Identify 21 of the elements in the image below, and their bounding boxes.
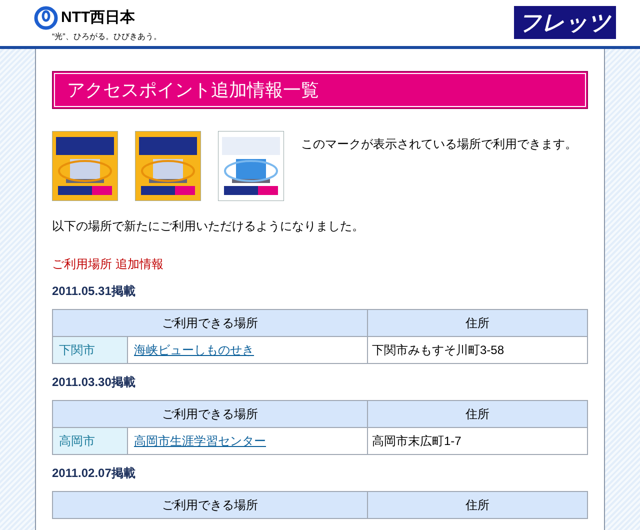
address-cell: 下関市みもすそ川町3-58 [368,336,588,364]
section-title: ご利用場所 追加情報 [52,256,164,273]
mark-caption: このマークが表示されている場所で利用できます。 [301,136,577,153]
city-cell: 高岡市 [52,428,128,454]
column-header: ご利用できる場所 [52,310,368,336]
column-header: 住所 [368,400,588,428]
column-header: ご利用できる場所 [52,492,368,518]
company-name: NTT西日本 [61,8,136,28]
logo-icon [34,6,58,30]
page-title: アクセスポイント追加情報一覧 [67,78,319,102]
city-cell: 下関市 [52,336,128,364]
date-heading: 2011.02.07掲載 [52,465,136,482]
address-cell: 高岡市末広町1-7 [368,428,588,454]
brand-logo: フレッツ [514,6,616,39]
column-header: 住所 [368,492,588,518]
column-header: ご利用できる場所 [52,400,368,428]
column-header: 住所 [368,310,588,336]
date-heading: 2011.03.30掲載 [52,374,136,391]
date-heading: 2011.05.31掲載 [52,283,136,300]
intro-text: 以下の場所で新たにご利用いただけるようになりました。 [52,218,365,235]
tagline: “光”、ひろがる。ひびきあう。 [52,31,162,43]
